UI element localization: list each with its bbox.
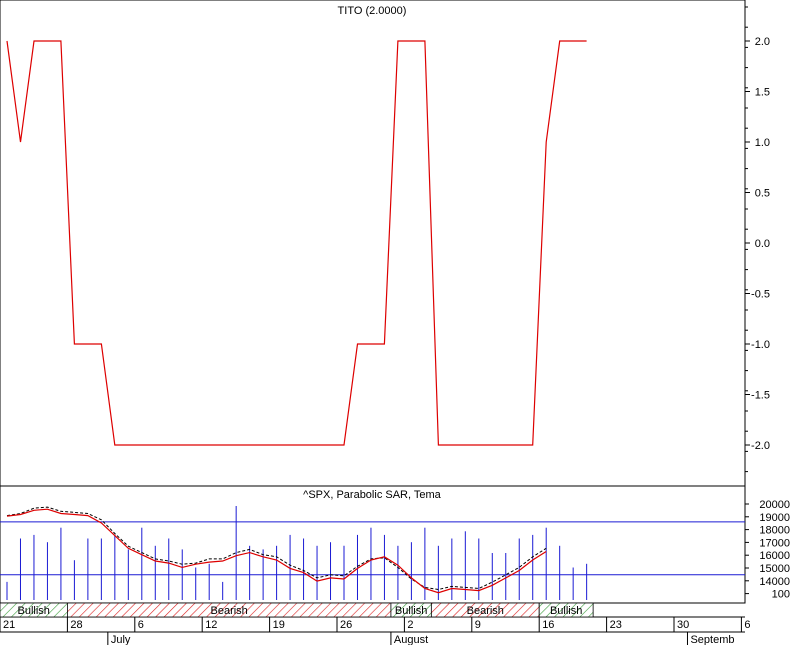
top-y-tick-label: 0.0 <box>755 238 770 250</box>
signal-label: Bullish <box>17 605 49 617</box>
date-axis: 21 28 6 12 19 26 2 9 16 23 30 6 July August Septemb <box>0 617 751 646</box>
top-chart-title: TITO (2.0000) <box>338 5 407 17</box>
month-label: August <box>394 634 428 645</box>
month-label: Septemb <box>690 634 734 645</box>
top-y-tick-label: 1.0 <box>755 137 770 149</box>
bottom-y-tick-label: 15000 <box>759 563 790 575</box>
signal-label: Bullish <box>395 605 427 617</box>
bottom-y-tick-label: 16000 <box>759 550 790 562</box>
top-y-tick-label: 0.5 <box>755 188 770 200</box>
signal-label: Bullish <box>550 605 582 617</box>
bottom-y-tick-label: 19000 <box>759 512 790 524</box>
x-tick-label: 21 <box>3 619 15 631</box>
top-plot-area <box>0 0 746 487</box>
bottom-y-tick-label: 20000 <box>759 499 790 511</box>
top-y-tick-label: -2.0 <box>751 440 770 452</box>
signal-label: Bearish <box>211 605 248 617</box>
x-tick-label: 9 <box>475 619 481 631</box>
bottom-y-tick-label: 14000 <box>759 576 790 588</box>
x-tick-label: 28 <box>70 619 82 631</box>
bottom-plot-area <box>0 485 746 604</box>
x-tick-label: 12 <box>205 619 217 631</box>
bottom-y-axis: 20000190001800017000160001500014000100 <box>745 499 790 601</box>
x-tick-label: 6 <box>138 619 144 631</box>
top-y-tick-label: -0.5 <box>751 289 770 301</box>
top-y-tick-label: 2.0 <box>755 36 770 48</box>
month-label: July <box>111 634 131 645</box>
chart-stage: TITO (2.0000) ^SPX, Parabolic SAR, Tema … <box>0 0 791 646</box>
top-y-axis: 2.0 1.5 1.0 0.5 0.0 -0.5 -1.0 -1.5 -2.0 <box>745 6 770 473</box>
x-tick-label: 6 <box>744 619 750 631</box>
x-tick-label: 30 <box>677 619 689 631</box>
signal-label: Bearish <box>467 605 504 617</box>
chart-svg: TITO (2.0000) ^SPX, Parabolic SAR, Tema … <box>0 0 790 646</box>
bottom-y-tick-label: 100 <box>772 589 790 601</box>
top-y-tick-label: -1.0 <box>751 339 770 351</box>
x-tick-label: 2 <box>407 619 413 631</box>
top-y-tick-label: -1.5 <box>751 390 770 402</box>
top-y-tick-label: 1.5 <box>755 87 770 99</box>
x-tick-label: 26 <box>340 619 352 631</box>
bottom-chart-title: ^SPX, Parabolic SAR, Tema <box>303 489 442 501</box>
x-tick-label: 23 <box>610 619 622 631</box>
x-tick-label: 19 <box>273 619 285 631</box>
signal-band: Bullish Bearish Bullish Bearish Bullish <box>0 602 594 618</box>
bottom-y-tick-label: 18000 <box>759 525 790 537</box>
bottom-y-tick-label: 17000 <box>759 537 790 549</box>
x-tick-label: 16 <box>542 619 554 631</box>
